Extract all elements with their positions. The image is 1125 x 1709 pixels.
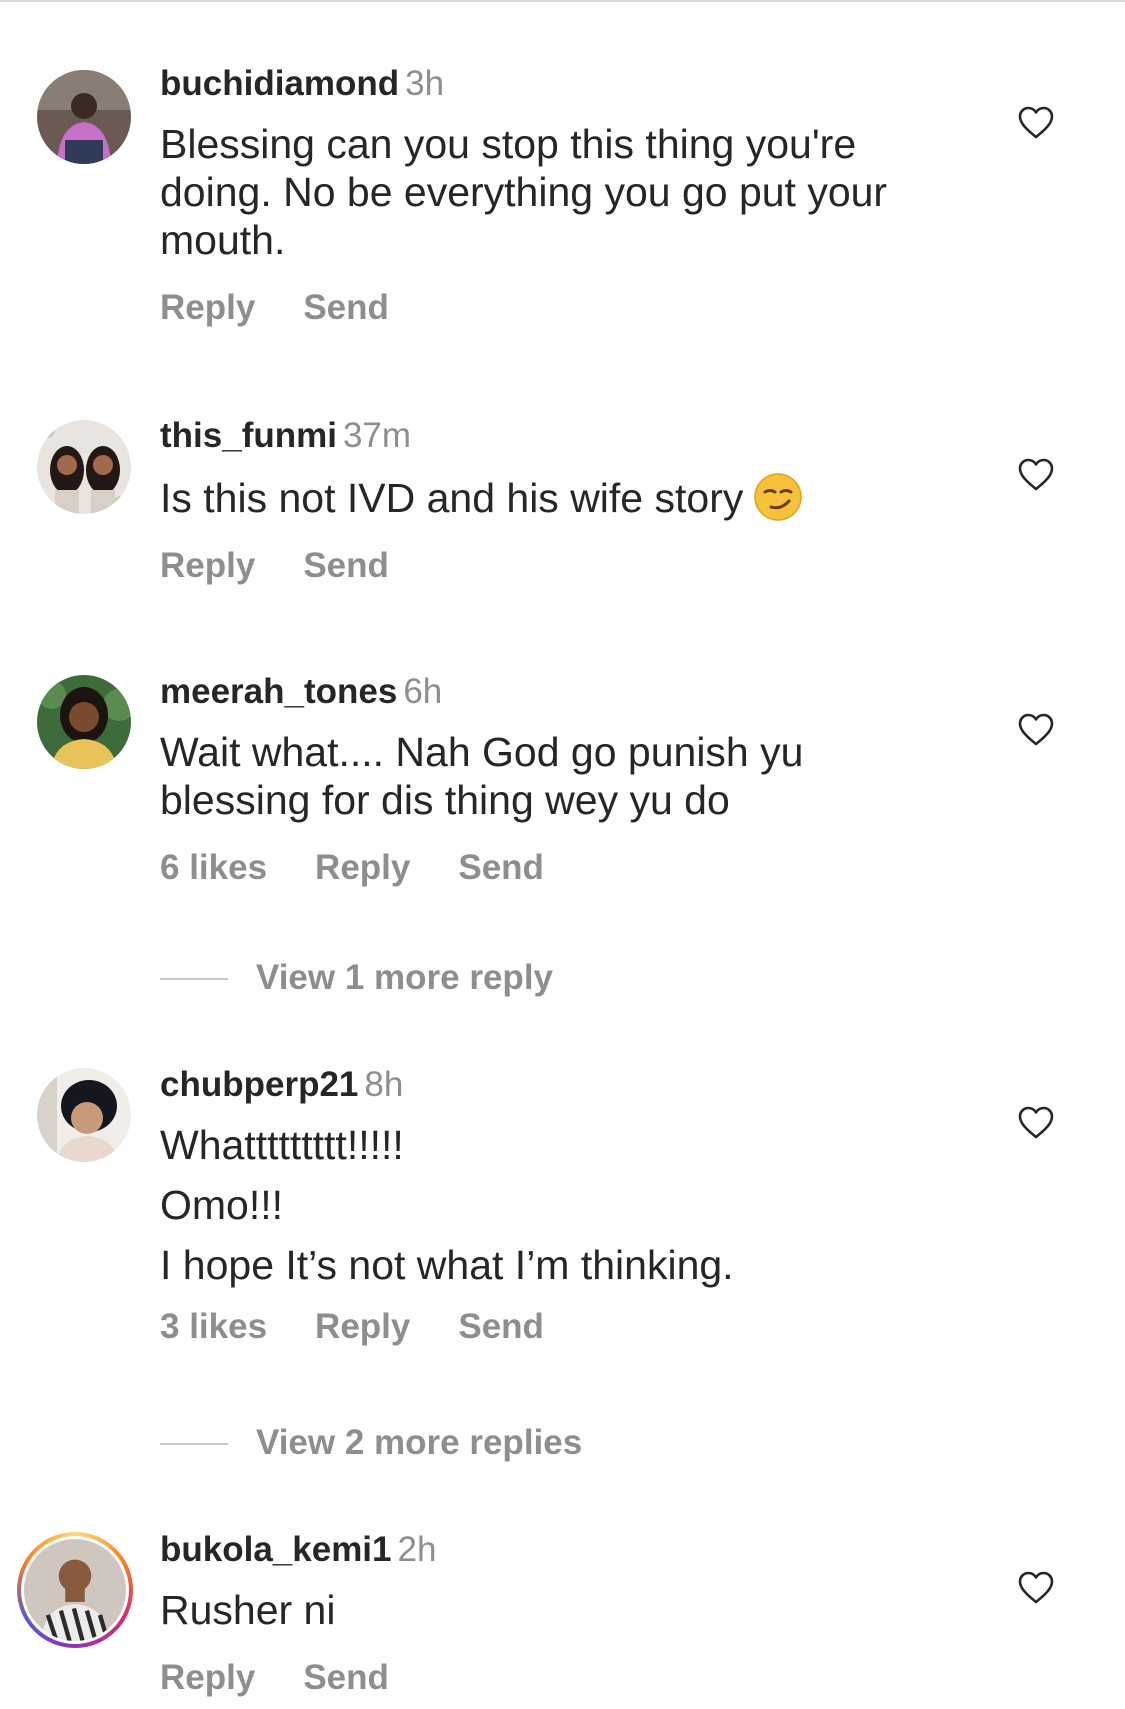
username[interactable]: meerah_tones <box>160 672 397 711</box>
send-button[interactable]: Send <box>303 1656 389 1700</box>
comment-header: meerah_tones 6h <box>160 670 960 714</box>
comment-header: buchidiamond 3h <box>160 62 960 106</box>
comment-line: blessing for dis thing wey yu do <box>160 777 730 823</box>
reply-button[interactable]: Reply <box>315 1305 410 1349</box>
comment-text: Whattttttttt!!!!! Omo!!! I hope It’s not… <box>160 1115 960 1295</box>
view-more-divider <box>160 1443 228 1445</box>
likes-count[interactable]: 3 likes <box>160 1305 267 1349</box>
view-more-label[interactable]: View 1 more reply <box>256 956 553 1000</box>
comment-text: Blessing can you stop this thing you're … <box>160 120 960 264</box>
reply-button[interactable]: Reply <box>160 1656 255 1700</box>
avatar[interactable] <box>37 675 131 769</box>
comment-line-text: Is this not IVD and his wife story <box>160 475 744 521</box>
reply-button[interactable]: Reply <box>315 846 410 890</box>
heart-outline-icon[interactable] <box>1018 713 1054 747</box>
username[interactable]: bukola_kemi1 <box>160 1530 392 1569</box>
comment-text: Wait what.... Nah God go punish yu bless… <box>160 728 960 824</box>
reply-button[interactable]: Reply <box>160 544 255 588</box>
send-button[interactable]: Send <box>458 846 544 890</box>
top-divider <box>0 0 1125 2</box>
heart-outline-icon[interactable] <box>1018 1571 1054 1605</box>
username[interactable]: chubperp21 <box>160 1065 358 1104</box>
comment-line: Wait what.... Nah God go punish yu <box>160 729 804 775</box>
heart-outline-icon[interactable] <box>1018 458 1054 492</box>
likes-count[interactable]: 6 likes <box>160 846 267 890</box>
timestamp: 8h <box>364 1065 404 1104</box>
avatar[interactable] <box>37 70 131 164</box>
avatar[interactable] <box>37 1068 131 1162</box>
comment-text: Is this not IVD and his wife story <box>160 472 960 522</box>
timestamp: 37m <box>342 416 412 455</box>
timestamp: 6h <box>403 672 443 711</box>
comment-line: Blessing can you stop this thing you're <box>160 121 857 167</box>
comment-line: mouth. <box>160 217 286 263</box>
comment-line: doing. No be everything you go put your <box>160 169 888 215</box>
view-more-label[interactable]: View 2 more replies <box>256 1421 582 1465</box>
comment-header: this_funmi 37m <box>160 414 960 458</box>
comment-line: Rusher ni <box>160 1587 336 1633</box>
comment-header: chubperp21 8h <box>160 1063 960 1107</box>
avatar[interactable] <box>24 1539 126 1641</box>
timestamp: 2h <box>397 1530 437 1569</box>
comments-screen: buchidiamond 3h Blessing can you stop thi… <box>0 0 1125 1709</box>
comment-header: bukola_kemi1 2h <box>160 1528 960 1572</box>
username[interactable]: this_funmi <box>160 416 337 455</box>
smirk-emoji-icon <box>753 472 803 522</box>
send-button[interactable]: Send <box>303 286 389 330</box>
username[interactable]: buchidiamond <box>160 64 399 103</box>
comment-text: Rusher ni <box>160 1586 960 1634</box>
comment-line: Is this not IVD and his wife story <box>160 472 960 522</box>
reply-button[interactable]: Reply <box>160 286 255 330</box>
comment-line: I hope It’s not what I’m thinking. <box>160 1242 734 1288</box>
comment-line: Whattttttttt!!!!! <box>160 1122 404 1168</box>
heart-outline-icon[interactable] <box>1018 1106 1054 1140</box>
view-more-divider <box>160 978 228 980</box>
send-button[interactable]: Send <box>303 544 389 588</box>
send-button[interactable]: Send <box>458 1305 544 1349</box>
comment-line: Omo!!! <box>160 1182 284 1228</box>
avatar[interactable] <box>37 420 131 514</box>
timestamp: 3h <box>405 64 445 103</box>
heart-outline-icon[interactable] <box>1018 106 1054 140</box>
story-ring[interactable] <box>17 1532 133 1648</box>
